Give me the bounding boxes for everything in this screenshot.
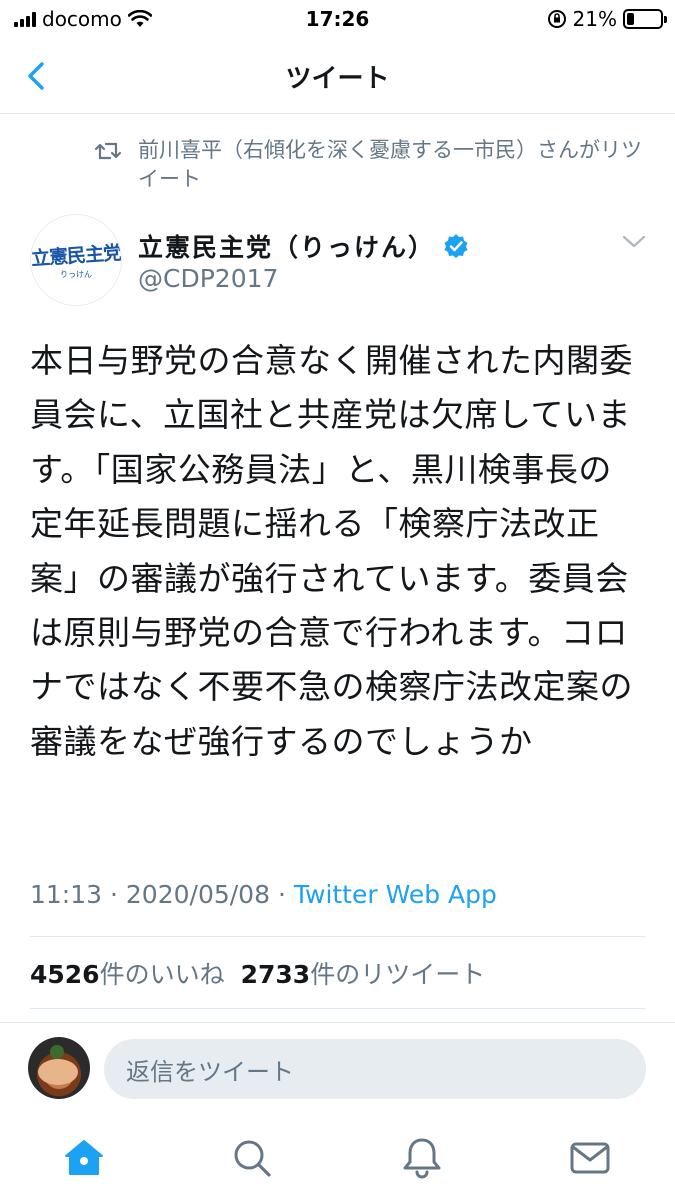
- tab-bar: [0, 1114, 675, 1200]
- tweet-meta: 11:13 · 2020/05/08 · Twitter Web App: [30, 880, 497, 909]
- divider: [30, 1008, 645, 1009]
- tweet-text: 本日与野党の合意なく開催された内閣委員会に、立国社と共産党は欠席しています。「国…: [30, 341, 633, 761]
- author-name: 立憲民主党（りっけん）: [138, 233, 436, 262]
- verified-badge-icon: [443, 233, 469, 259]
- search-icon[interactable]: [228, 1134, 276, 1182]
- meta-separator: ·: [277, 880, 286, 909]
- author-name-row[interactable]: 立憲民主党（りっけん）: [138, 228, 469, 264]
- retweets-count: 2733: [240, 960, 311, 989]
- home-icon[interactable]: [60, 1134, 108, 1182]
- author-avatar[interactable]: 立憲民主党 りっけん: [30, 214, 122, 306]
- reply-input[interactable]: 返信をツイート: [104, 1039, 646, 1099]
- tweet-stats: 4526件のいいね 2733件のリツイート: [30, 955, 485, 991]
- battery-icon: [623, 9, 667, 29]
- retweets-label: 件のリツイート: [310, 960, 486, 989]
- orientation-lock-icon: [547, 10, 566, 28]
- divider: [30, 936, 645, 937]
- likes-count: 4526: [30, 960, 100, 989]
- author-handle[interactable]: @CDP2017: [138, 264, 278, 293]
- nav-bar: ツイート: [0, 40, 675, 114]
- status-bar: docomo 17:26 21%: [0, 0, 675, 40]
- tweet-time: 11:13: [30, 880, 103, 909]
- retweets-stat[interactable]: 2733件のリツイート: [241, 960, 486, 989]
- likes-stat[interactable]: 4526件のいいね: [30, 960, 225, 989]
- retweet-context-text: 前川喜平（右傾化を深く憂慮する一市民）さんがリツイート: [138, 138, 642, 191]
- avatar-logo-text: 立憲民主党: [30, 241, 122, 270]
- avatar-logo-subtext: りっけん: [60, 269, 92, 279]
- retweet-icon: [94, 142, 122, 160]
- messages-icon[interactable]: [566, 1134, 614, 1182]
- battery-percent: 21%: [572, 7, 617, 31]
- notifications-icon[interactable]: [398, 1134, 446, 1182]
- tweet-date: 2020/05/08: [125, 880, 270, 909]
- status-right: 21%: [547, 7, 667, 31]
- page-title: ツイート: [285, 64, 390, 94]
- retweet-context[interactable]: 前川喜平（右傾化を深く憂慮する一市民）さんがリツイート: [94, 136, 654, 194]
- reply-bar: 返信をツイート: [0, 1022, 675, 1114]
- likes-label: 件のいいね: [99, 960, 225, 989]
- meta-separator: ·: [110, 880, 118, 909]
- chevron-down-icon[interactable]: [621, 234, 647, 250]
- user-avatar[interactable]: [28, 1037, 90, 1099]
- tweet-author: 立憲民主党 りっけん 立憲民主党（りっけん） @CDP2017: [30, 214, 655, 310]
- tweet-source-link[interactable]: Twitter Web App: [294, 880, 497, 909]
